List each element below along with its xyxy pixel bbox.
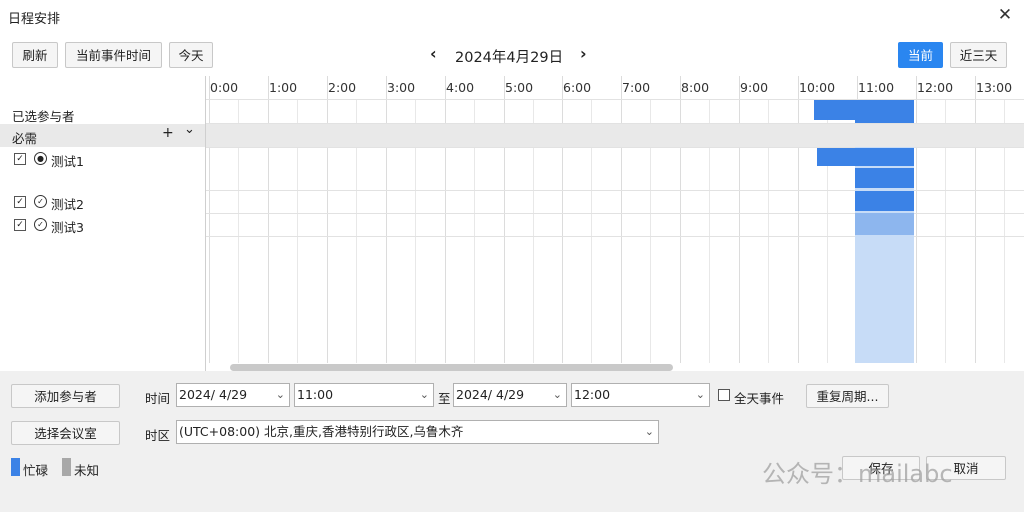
attendee-1-busy-block-2 bbox=[855, 168, 914, 188]
chevron-down-icon: ⌄ bbox=[419, 388, 429, 401]
unknown-legend-label: 未知 bbox=[74, 463, 100, 478]
title-bar: 日程安排 ✕ bbox=[0, 0, 1024, 32]
hour-label: 12:00 bbox=[917, 80, 954, 95]
chevron-down-icon: ⌄ bbox=[552, 388, 562, 401]
person-icon: ● bbox=[34, 152, 47, 165]
all-day-checkbox[interactable] bbox=[718, 389, 730, 401]
hour-gridline bbox=[445, 76, 446, 363]
schedule-grid[interactable]: 已选参与者 必需 + ⌄ ✓ ● 测试1 ✓ ✓ 测试2 ✓ ✓ 测试3 0:0… bbox=[0, 76, 1024, 371]
hour-label: 5:00 bbox=[505, 80, 534, 95]
busy-legend-label: 忙碌 bbox=[23, 463, 49, 478]
refresh-button[interactable]: 刷新 bbox=[12, 42, 58, 68]
start-time-field[interactable]: 11:00 ⌄ bbox=[294, 383, 434, 407]
hour-gridline bbox=[268, 76, 269, 363]
column-divider bbox=[205, 76, 206, 371]
start-date-value: 2024/ 4/29 bbox=[179, 387, 248, 402]
timezone-label: 时区 bbox=[145, 428, 171, 443]
hour-gridline bbox=[798, 76, 799, 363]
check-circle-icon: ✓ bbox=[34, 195, 47, 208]
required-label: 必需 bbox=[12, 131, 38, 146]
watermark-text: 公众号：mailabc bbox=[762, 460, 953, 488]
current-date-label: 2024年4月29日 bbox=[455, 50, 564, 66]
hour-label: 6:00 bbox=[563, 80, 592, 95]
hour-label: 13:00 bbox=[976, 80, 1013, 95]
end-date-field[interactable]: 2024/ 4/29 ⌄ bbox=[453, 383, 567, 407]
attendee-1-checkbox[interactable]: ✓ bbox=[14, 153, 26, 165]
selected-attendees-label: 已选参与者 bbox=[12, 109, 75, 124]
busy-legend-swatch bbox=[11, 458, 20, 476]
timezone-value: (UTC+08:00) 北京,重庆,香港特别行政区,乌鲁木齐 bbox=[179, 424, 464, 439]
hour-gridline bbox=[504, 76, 505, 363]
chevron-down-icon: ⌄ bbox=[275, 388, 285, 401]
hour-label: 3:00 bbox=[387, 80, 416, 95]
recent-three-days-button[interactable]: 近三天 bbox=[950, 42, 1007, 68]
hour-gridline bbox=[327, 76, 328, 363]
today-button[interactable]: 今天 bbox=[169, 42, 213, 68]
check-circle-icon: ✓ bbox=[34, 218, 47, 231]
hour-label: 7:00 bbox=[622, 80, 651, 95]
hour-gridline bbox=[386, 76, 387, 363]
hour-label: 8:00 bbox=[681, 80, 710, 95]
unknown-legend-swatch bbox=[62, 458, 71, 476]
attendee-1-name: 测试1 bbox=[51, 154, 84, 169]
end-date-value: 2024/ 4/29 bbox=[456, 387, 525, 402]
window-title: 日程安排 bbox=[8, 12, 61, 27]
chevron-down-icon: ⌄ bbox=[644, 425, 654, 438]
timezone-select[interactable]: (UTC+08:00) 北京,重庆,香港特别行政区,乌鲁木齐 ⌄ bbox=[176, 420, 659, 444]
hour-gridline bbox=[975, 76, 976, 363]
attendee-3-checkbox[interactable]: ✓ bbox=[14, 219, 26, 231]
all-day-label: 全天事件 bbox=[734, 391, 785, 406]
attendee-2-busy-block bbox=[855, 191, 914, 211]
hour-gridline bbox=[739, 76, 740, 363]
hour-gridline bbox=[562, 76, 563, 363]
attendee-2-name: 测试2 bbox=[51, 197, 84, 212]
repeat-button[interactable]: 重复周期... bbox=[806, 384, 889, 408]
hour-label: 4:00 bbox=[446, 80, 475, 95]
hour-gridline bbox=[680, 76, 681, 363]
required-row-band bbox=[206, 124, 1024, 147]
attendee-3-tentative-block bbox=[855, 213, 914, 235]
attendee-column: 已选参与者 必需 + ⌄ ✓ ● 测试1 ✓ ✓ 测试2 ✓ ✓ 测试3 bbox=[0, 76, 205, 371]
add-required-icon[interactable]: + bbox=[162, 125, 174, 141]
hour-label: 2:00 bbox=[328, 80, 357, 95]
attendee-3-name: 测试3 bbox=[51, 220, 84, 235]
hour-label: 0:00 bbox=[210, 80, 239, 95]
hour-label: 10:00 bbox=[799, 80, 836, 95]
next-day-icon[interactable]: › bbox=[580, 44, 587, 63]
hour-label: 9:00 bbox=[740, 80, 769, 95]
combined-busy-block-edge bbox=[855, 120, 914, 123]
hour-gridline bbox=[209, 76, 210, 363]
attendee-2-checkbox[interactable]: ✓ bbox=[14, 196, 26, 208]
previous-day-icon[interactable]: ‹ bbox=[430, 44, 437, 63]
add-attendee-button[interactable]: 添加参与者 bbox=[11, 384, 120, 408]
hour-label: 11:00 bbox=[858, 80, 895, 95]
start-date-field[interactable]: 2024/ 4/29 ⌄ bbox=[176, 383, 290, 407]
horizontal-scrollbar[interactable] bbox=[230, 364, 673, 371]
hour-gridline bbox=[621, 76, 622, 363]
to-label: 至 bbox=[438, 391, 451, 406]
attendee-1-busy-block bbox=[817, 148, 914, 166]
select-room-button[interactable]: 选择会议室 bbox=[11, 421, 120, 445]
start-time-value: 11:00 bbox=[297, 387, 334, 402]
time-label: 时间 bbox=[145, 391, 171, 406]
end-time-value: 12:00 bbox=[574, 387, 611, 402]
hour-gridline bbox=[916, 76, 917, 363]
current-event-time-button[interactable]: 当前事件时间 bbox=[65, 42, 162, 68]
chevron-down-icon[interactable]: ⌄ bbox=[184, 122, 195, 137]
close-icon[interactable]: ✕ bbox=[994, 4, 1016, 26]
chevron-down-icon: ⌄ bbox=[695, 388, 705, 401]
combined-busy-block bbox=[814, 100, 914, 120]
current-button[interactable]: 当前 bbox=[898, 42, 943, 68]
hour-label: 1:00 bbox=[269, 80, 298, 95]
end-time-field[interactable]: 12:00 ⌄ bbox=[571, 383, 710, 407]
